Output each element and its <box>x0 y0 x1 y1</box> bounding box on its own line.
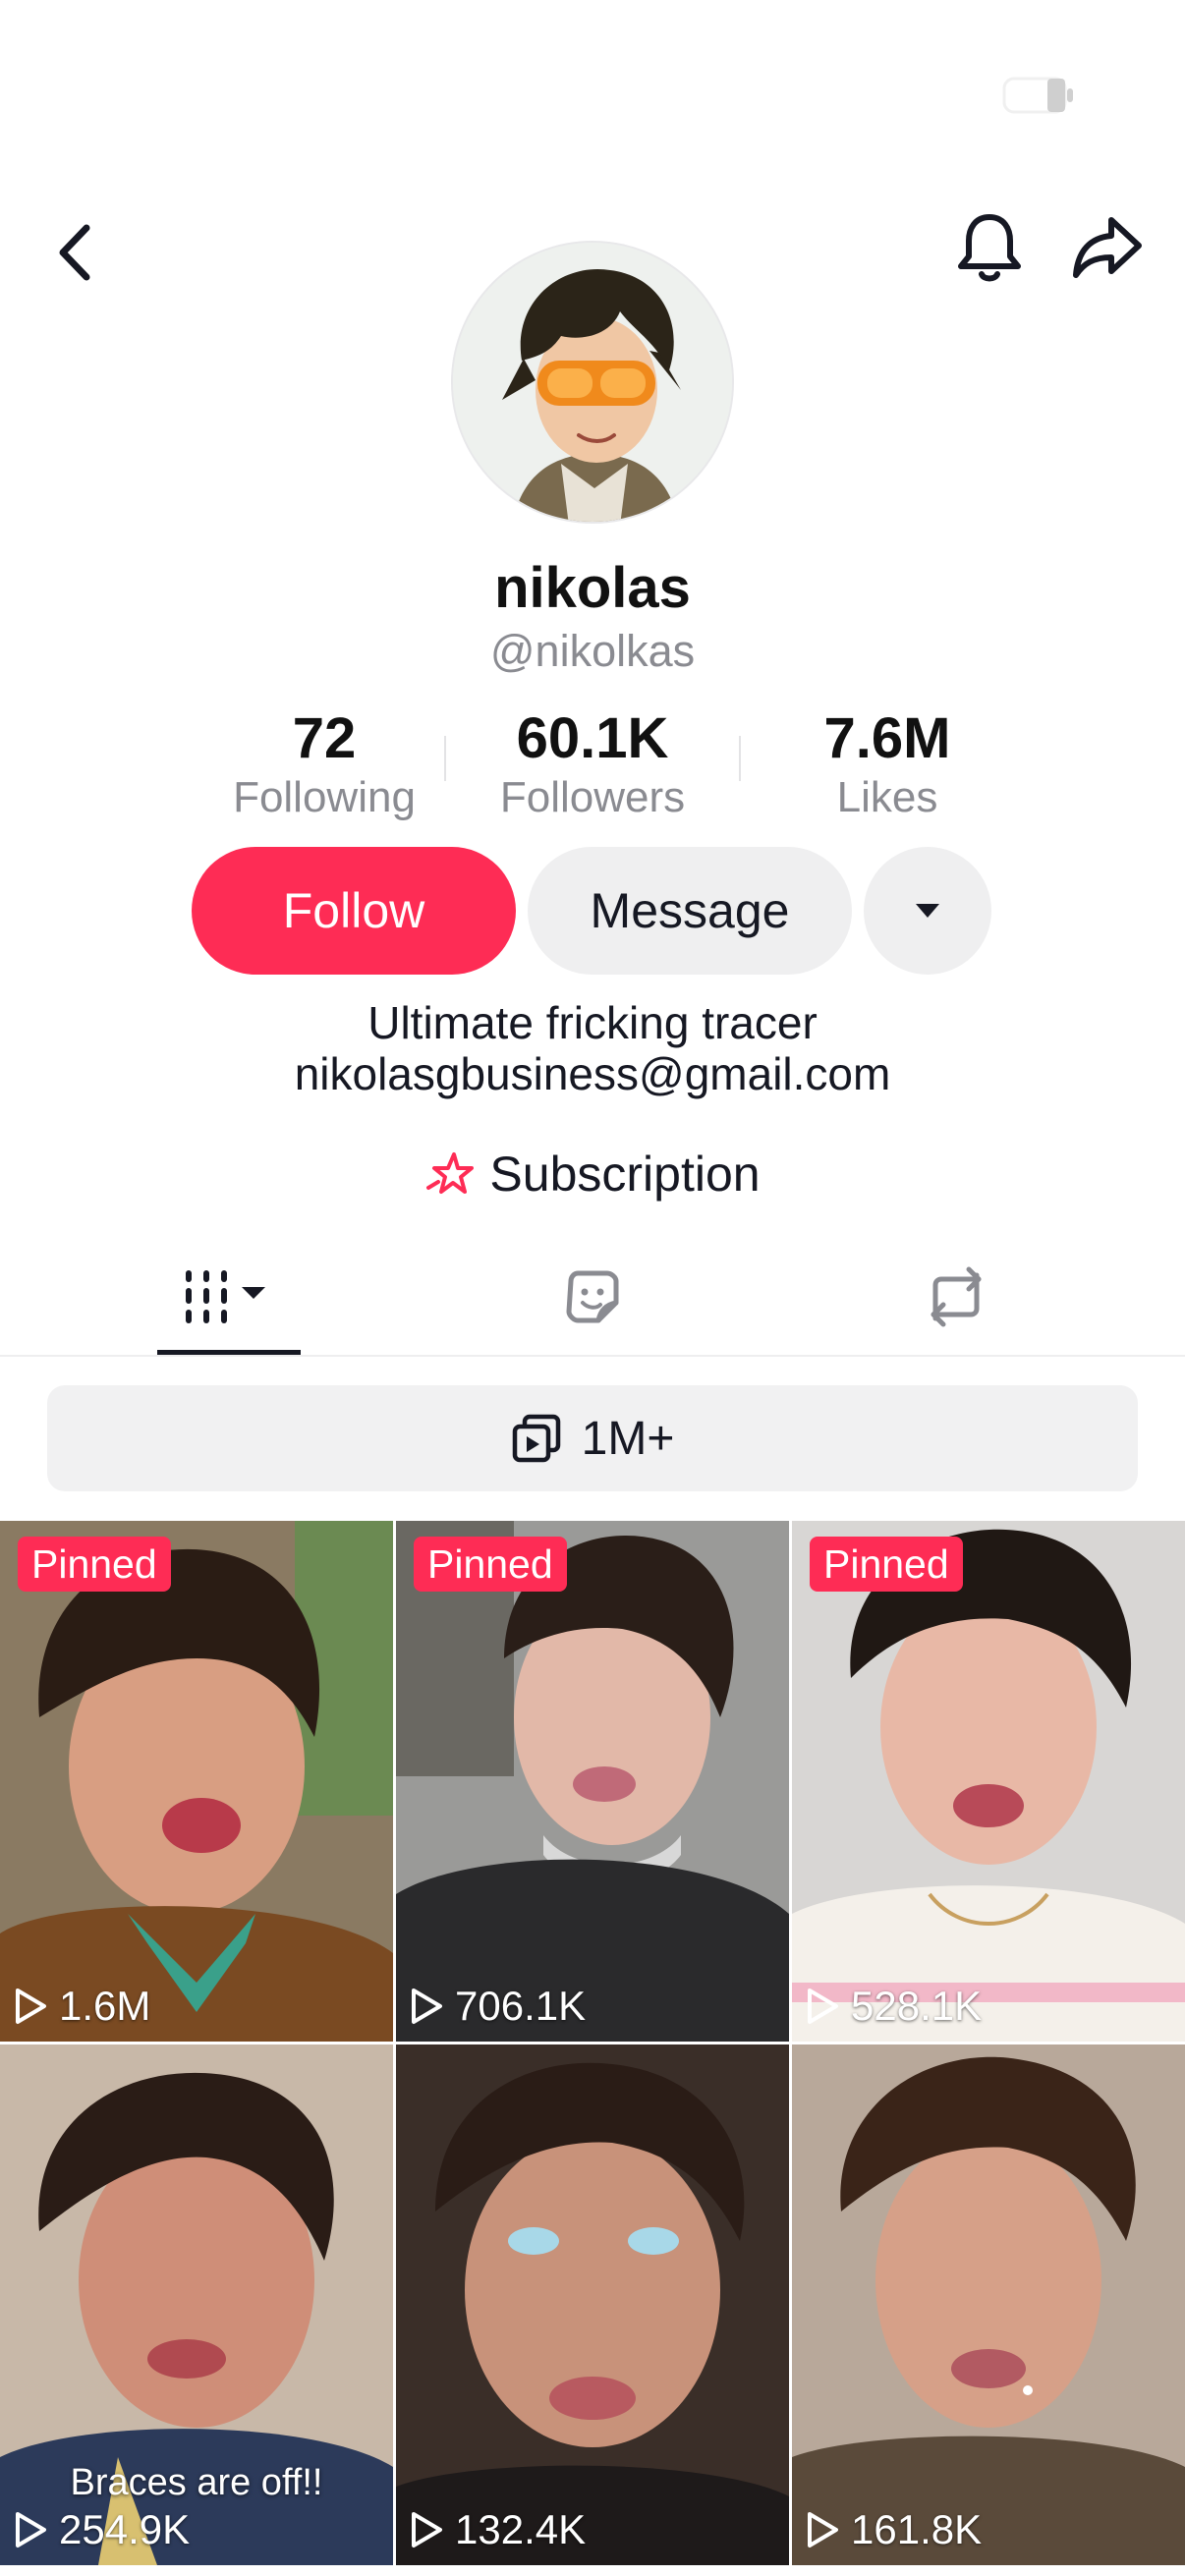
thumbnail-image <box>0 1521 393 2042</box>
stat-following[interactable]: 72 Following <box>177 704 472 822</box>
thumbnail-image <box>396 1521 789 2042</box>
play-icon <box>412 1988 442 2024</box>
follow-button[interactable]: Follow <box>192 847 516 975</box>
pinned-badge: Pinned <box>810 1537 963 1592</box>
thumbnail-image <box>792 1521 1185 2042</box>
star-badge-icon <box>426 1152 475 1194</box>
pinned-badge: Pinned <box>18 1537 171 1592</box>
bio-email[interactable]: nikolasgbusiness@gmail.com <box>0 1048 1185 1099</box>
subscription-button[interactable]: Subscription <box>0 1140 1185 1208</box>
video-grid: Pinned 1.6M Pinned 706.1K Pinned 528.1K … <box>0 1521 1185 2576</box>
playlist-icon <box>512 1414 560 1463</box>
tab-reposts[interactable] <box>759 1248 1154 1346</box>
message-button[interactable]: Message <box>528 847 852 975</box>
play-icon <box>808 1988 838 2024</box>
bell-icon <box>958 214 1021 282</box>
repost-icon <box>931 1266 982 1327</box>
view-count-value: 161.8K <box>851 2506 983 2552</box>
play-icon <box>16 1988 46 2024</box>
profile-actions: Follow Message <box>0 847 1185 975</box>
view-count: 1.6M <box>14 1983 150 2030</box>
view-count-value: 132.4K <box>455 2506 587 2552</box>
stat-followers[interactable]: 60.1K Followers <box>445 704 740 822</box>
view-count: 161.8K <box>806 2506 982 2553</box>
play-icon <box>412 2512 442 2548</box>
play-icon <box>808 2512 838 2548</box>
stat-value: 72 <box>292 706 357 770</box>
battery-icon <box>1002 77 1073 114</box>
video-caption: Braces are off!! <box>70 2462 323 2503</box>
view-count: 132.4K <box>410 2506 586 2553</box>
view-count: 706.1K <box>410 1983 586 2030</box>
view-count-value: 706.1K <box>455 1983 587 2029</box>
share-button[interactable] <box>1063 202 1152 291</box>
stat-label: Following <box>233 773 416 821</box>
bio-text: Ultimate fricking tracer <box>367 997 818 1048</box>
pinned-badge: Pinned <box>414 1537 567 1592</box>
view-count-value: 528.1K <box>851 1983 983 2029</box>
play-icon <box>16 2512 46 2548</box>
tabs-divider <box>0 1355 1185 1357</box>
bio: Ultimate fricking tracer nikolasgbusines… <box>0 997 1185 1099</box>
collections-button[interactable]: 1M+ <box>47 1385 1138 1491</box>
back-button[interactable] <box>32 208 121 297</box>
sticker-icon <box>566 1270 619 1323</box>
tab-videos[interactable] <box>30 1248 425 1346</box>
status-bar <box>0 0 1185 187</box>
view-count-value: 1.6M <box>59 1983 151 2029</box>
tab-stickers[interactable] <box>395 1248 790 1346</box>
view-count: 528.1K <box>806 1983 982 2030</box>
stat-label: Likes <box>836 773 938 821</box>
video-thumbnail[interactable]: Braces are off!! 254.9K <box>0 2044 393 2565</box>
caret-down-icon <box>916 904 939 918</box>
username: @nikolkas <box>489 626 696 676</box>
display-name: nikolas <box>494 556 691 620</box>
video-thumbnail[interactable]: Pinned 706.1K <box>396 1521 789 2042</box>
content-tabs <box>0 1248 1185 1356</box>
avatar[interactable] <box>451 241 734 524</box>
chevron-left-icon <box>59 224 90 281</box>
avatar-illustration <box>453 243 732 522</box>
stat-label: Followers <box>499 773 686 821</box>
profile-stats: 72 Following 60.1K Followers 7.6M Likes <box>177 704 1008 822</box>
collections-label: 1M+ <box>581 1412 675 1465</box>
view-count-value: 254.9K <box>59 2506 191 2552</box>
stat-value: 7.6M <box>823 706 951 770</box>
share-arrow-icon <box>1073 217 1142 278</box>
thumbnail-image <box>396 2044 789 2565</box>
notifications-button[interactable] <box>945 202 1034 291</box>
stat-value: 60.1K <box>516 706 669 770</box>
video-thumbnail[interactable]: Pinned 1.6M <box>0 1521 393 2042</box>
grid-bars-icon <box>186 1270 265 1323</box>
view-count: 254.9K <box>14 2506 190 2553</box>
subscription-label: Subscription <box>489 1147 761 1202</box>
video-thumbnail[interactable]: 132.4K <box>396 2044 789 2565</box>
stat-likes[interactable]: 7.6M Likes <box>740 704 1035 822</box>
more-options-button[interactable] <box>864 847 991 975</box>
video-thumbnail[interactable]: 161.8K <box>792 2044 1185 2565</box>
video-thumbnail[interactable]: Pinned 528.1K <box>792 1521 1185 2042</box>
thumbnail-image <box>792 2044 1185 2565</box>
